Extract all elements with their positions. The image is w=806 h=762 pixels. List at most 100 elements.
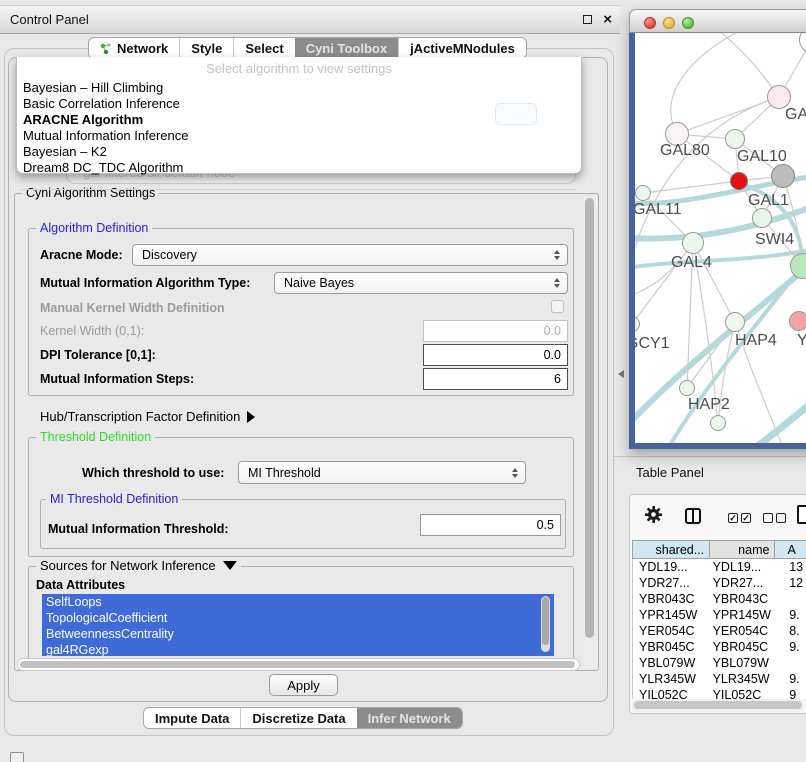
close-icon[interactable]: × <box>603 10 612 30</box>
network-node-salmon[interactable] <box>789 311 806 331</box>
table-row[interactable]: YIL052C YIL052C 9 <box>633 687 806 699</box>
list-item-selected[interactable]: BetweennessCentrality <box>42 626 554 642</box>
cell: YER054C <box>711 624 777 638</box>
tab-infer-network[interactable]: Infer Network <box>357 708 462 728</box>
cell: YBR043C <box>633 592 711 606</box>
splitter-collapse-icon[interactable] <box>618 370 624 378</box>
attributes-list-scrollbar-thumb[interactable] <box>542 597 549 645</box>
network-node-red[interactable] <box>730 172 748 190</box>
kernel-width-field[interactable]: 0.0 <box>423 320 568 342</box>
node-label: Y <box>797 332 806 350</box>
select-all-checkbox-icon[interactable]: ✓ <box>728 513 738 523</box>
node-label: GAL80 <box>660 142 710 160</box>
cell: 9. <box>776 672 806 686</box>
table-rows-viewport[interactable]: YDL19... YDL19... 13 YDR27... YDR27... 1… <box>632 559 806 699</box>
table-row[interactable]: YBR043C YBR043C <box>633 591 806 607</box>
window-close-icon[interactable] <box>644 17 656 29</box>
table-horizontal-scrollbar-thumb[interactable] <box>634 701 802 709</box>
network-node-hap2[interactable] <box>679 380 695 396</box>
network-window-titlebar[interactable] <box>629 9 806 33</box>
tab-impute-data[interactable]: Impute Data <box>144 708 240 728</box>
settings-horizontal-scrollbar-thumb[interactable] <box>20 661 575 668</box>
which-threshold-value: MI Threshold <box>248 466 321 480</box>
dropdown-item[interactable]: Dream8 DC_TDC Algorithm <box>23 160 183 175</box>
tab-style[interactable]: Style <box>179 38 233 58</box>
table-row[interactable]: YBR045C YBR045C 9. <box>633 639 806 655</box>
tab-network[interactable]: Network <box>89 38 179 58</box>
manual-kernel-checkbox[interactable] <box>551 300 564 313</box>
algorithm-dropdown-list: Inference Algorithm Select algorithm to … <box>16 57 582 174</box>
panel-title: Control Panel <box>0 12 89 27</box>
column-header-name[interactable]: name <box>710 541 775 558</box>
network-node-gray[interactable] <box>771 164 795 188</box>
window-zoom-icon[interactable] <box>682 17 694 29</box>
dropdown-item[interactable]: Mutual Information Inference <box>23 128 188 143</box>
table-row[interactable]: YDR27... YDR27... 12 <box>633 575 806 591</box>
sources-section-header[interactable]: Sources for Network Inference <box>36 558 241 573</box>
tab-jactivemnodules[interactable]: jActiveMNodules <box>398 38 526 58</box>
network-canvas[interactable]: GAL GAL80 GAL10 GAL1 GAL11 SWI4 GAL4 GCY… <box>635 33 806 443</box>
node-label: HAP2 <box>688 396 730 414</box>
dropdown-item[interactable]: Bayesian – K2 <box>23 144 107 159</box>
dpi-tolerance-field[interactable]: 0.0 <box>423 344 568 366</box>
float-panel-icon[interactable] <box>583 15 592 24</box>
network-node[interactable] <box>710 415 726 431</box>
combo-stepper-icon <box>554 250 560 260</box>
network-node-gal4[interactable] <box>682 232 704 254</box>
list-item-selected[interactable]: TopologicalCoefficient <box>42 610 554 626</box>
dropdown-item[interactable]: Bayesian – Hill Climbing <box>23 80 163 95</box>
table-row[interactable]: YDL19... YDL19... 13 <box>633 559 806 575</box>
mi-steps-value: 6 <box>554 372 561 386</box>
network-node-hap4[interactable] <box>725 312 745 332</box>
column-header-partial[interactable]: A <box>775 541 806 558</box>
minimized-panel-icon[interactable] <box>10 752 24 762</box>
attributes-list-scrollbar[interactable] <box>541 596 550 652</box>
data-attributes-list[interactable]: SelfLoops TopologicalCoefficient Between… <box>42 594 554 656</box>
list-item-selected[interactable]: SelfLoops <box>42 594 554 610</box>
settings-scrollbar[interactable] <box>583 196 597 668</box>
network-node-gal1[interactable] <box>752 208 772 228</box>
deselect-all-checkbox-icon[interactable] <box>763 513 773 523</box>
mi-type-combo[interactable]: Naive Bayes <box>274 272 568 294</box>
settings-horizontal-scrollbar[interactable] <box>17 658 580 671</box>
show-columns-icon[interactable] <box>685 508 701 524</box>
cell: YDL19... <box>633 560 711 574</box>
apply-button[interactable]: Apply <box>269 674 338 696</box>
dropdown-item[interactable]: Basic Correlation Inference <box>23 96 180 111</box>
mi-threshold-field[interactable]: 0.5 <box>420 514 561 536</box>
apply-button-label: Apply <box>287 678 320 693</box>
aracne-mode-combo[interactable]: Discovery <box>132 244 568 266</box>
cell: YPR145W <box>711 608 777 622</box>
node-label: GAL10 <box>737 148 787 166</box>
hub-tf-section-header[interactable]: Hub/Transcription Factor Definition <box>40 409 255 424</box>
settings-scrollbar-thumb[interactable] <box>585 198 594 638</box>
table-row[interactable]: YBL079W YBL079W <box>633 655 806 671</box>
mi-threshold-value: 0.5 <box>537 518 554 532</box>
cell: 9. <box>776 608 806 622</box>
table-row[interactable]: YLR345W YLR345W 9. <box>633 671 806 687</box>
column-header-shared-name[interactable]: shared... <box>633 541 710 558</box>
deselect-all-checkbox-icon-2[interactable] <box>776 513 786 523</box>
select-all-checkbox-icon-2[interactable]: ✓ <box>741 513 751 523</box>
mi-steps-field[interactable]: 6 <box>423 368 568 390</box>
table-row[interactable]: YER054C YER054C 8. <box>633 623 806 639</box>
table-horizontal-scrollbar[interactable] <box>632 699 804 712</box>
table-header-row: shared... name A <box>632 540 806 559</box>
kernel-width-value: 0.0 <box>544 324 561 338</box>
network-node-gal11[interactable] <box>635 185 651 201</box>
tab-cyni-toolbox[interactable]: Cyni Toolbox <box>295 38 398 58</box>
window-minimize-icon[interactable] <box>663 17 675 29</box>
list-item-selected[interactable]: gal4RGexp <box>42 642 554 656</box>
tab-discretize-data[interactable]: Discretize Data <box>240 708 356 728</box>
network-node-gal10[interactable] <box>725 129 745 149</box>
import-table-icon[interactable] <box>797 505 806 524</box>
table-row[interactable]: YPR145W YPR145W 9. <box>633 607 806 623</box>
cell: 9. <box>776 640 806 654</box>
combo-stepper-icon <box>512 468 518 478</box>
cyni-bottom-tabbar: Impute Data Discretize Data Infer Networ… <box>143 707 463 729</box>
dropdown-item-highlighted[interactable]: ARACNE Algorithm <box>23 112 143 127</box>
gear-icon[interactable] <box>645 506 662 528</box>
cell: 8. <box>776 624 806 638</box>
which-threshold-combo[interactable]: MI Threshold <box>238 461 526 484</box>
tab-select[interactable]: Select <box>233 38 294 58</box>
